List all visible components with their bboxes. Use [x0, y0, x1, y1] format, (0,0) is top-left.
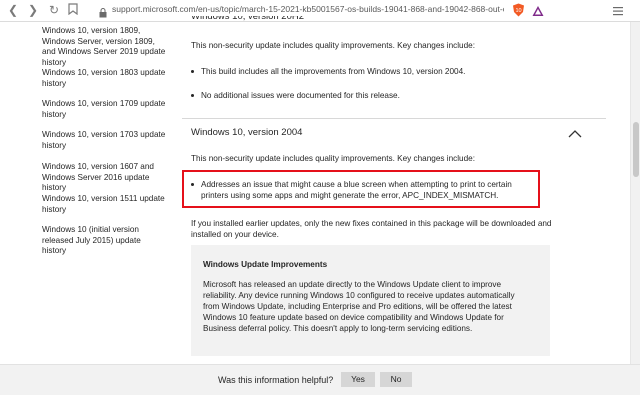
browser-toolbar: ❮ ❯ ↻ support.microsoft.com/en-us/topic/… [0, 0, 640, 22]
bookmark-icon[interactable] [66, 3, 80, 17]
update-improvements-box: Windows Update Improvements Microsoft ha… [191, 245, 550, 356]
no-button[interactable]: No [380, 372, 412, 387]
sidebar-item-1607[interactable]: Windows 10, version 1607 and Windows Ser… [42, 162, 166, 194]
prev-bullet-2: No additional issues were documented for… [201, 91, 400, 100]
prev-bullet-1: This build includes all the improvements… [201, 67, 466, 76]
reload-icon[interactable]: ↻ [47, 3, 61, 17]
sidebar-item-1511[interactable]: Windows 10, version 1511 update history [42, 194, 166, 215]
section-divider [182, 118, 606, 119]
lock-icon [99, 5, 107, 18]
brave-shield-icon[interactable]: 10 [512, 3, 525, 17]
box-title: Windows Update Improvements [203, 260, 328, 269]
scrollbar[interactable] [630, 22, 640, 364]
yes-button[interactable]: Yes [341, 372, 375, 387]
bullet-dot [191, 183, 194, 186]
chevron-up-icon[interactable] [568, 126, 582, 138]
intro-text: This non-security update includes qualit… [191, 154, 475, 163]
forward-icon[interactable]: ❯ [26, 3, 40, 17]
main-content: Windows 10, version 20H2 This non-securi… [178, 16, 628, 362]
shield-badge: 10 [515, 8, 521, 14]
sidebar-nav: Windows 10, version 1809, Windows Server… [0, 22, 170, 362]
rewards-triangle-icon[interactable] [532, 4, 544, 16]
sidebar-item-1803[interactable]: Windows 10, version 1803 update history [42, 68, 166, 89]
sidebar-item-1809[interactable]: Windows 10, version 1809, Windows Server… [42, 26, 166, 68]
sidebar-item-1709[interactable]: Windows 10, version 1709 update history [42, 99, 166, 120]
prev-intro-text: This non-security update includes qualit… [191, 41, 475, 50]
feedback-bar: Was this information helpful? Yes No [0, 364, 640, 395]
prev-section-title: Windows 10, version 20H2 [191, 16, 304, 22]
scrollbar-thumb[interactable] [633, 122, 639, 177]
sidebar-item-initial[interactable]: Windows 10 (initial version released Jul… [42, 225, 166, 257]
section-title-2004[interactable]: Windows 10, version 2004 [191, 127, 302, 138]
address-bar[interactable]: support.microsoft.com/en-us/topic/march-… [112, 4, 504, 14]
back-icon[interactable]: ❮ [6, 3, 20, 17]
sidebar-item-1703[interactable]: Windows 10, version 1703 update history [42, 130, 166, 151]
box-body: Microsoft has released an update directl… [203, 280, 515, 333]
highlight-bullet-text: Addresses an issue that might cause a bl… [201, 180, 512, 200]
menu-icon[interactable] [612, 4, 624, 16]
feedback-question: Was this information helpful? [218, 375, 334, 385]
bullet-dot [191, 94, 194, 97]
bullet-dot [191, 70, 194, 73]
install-note: If you installed earlier updates, only t… [191, 219, 552, 239]
